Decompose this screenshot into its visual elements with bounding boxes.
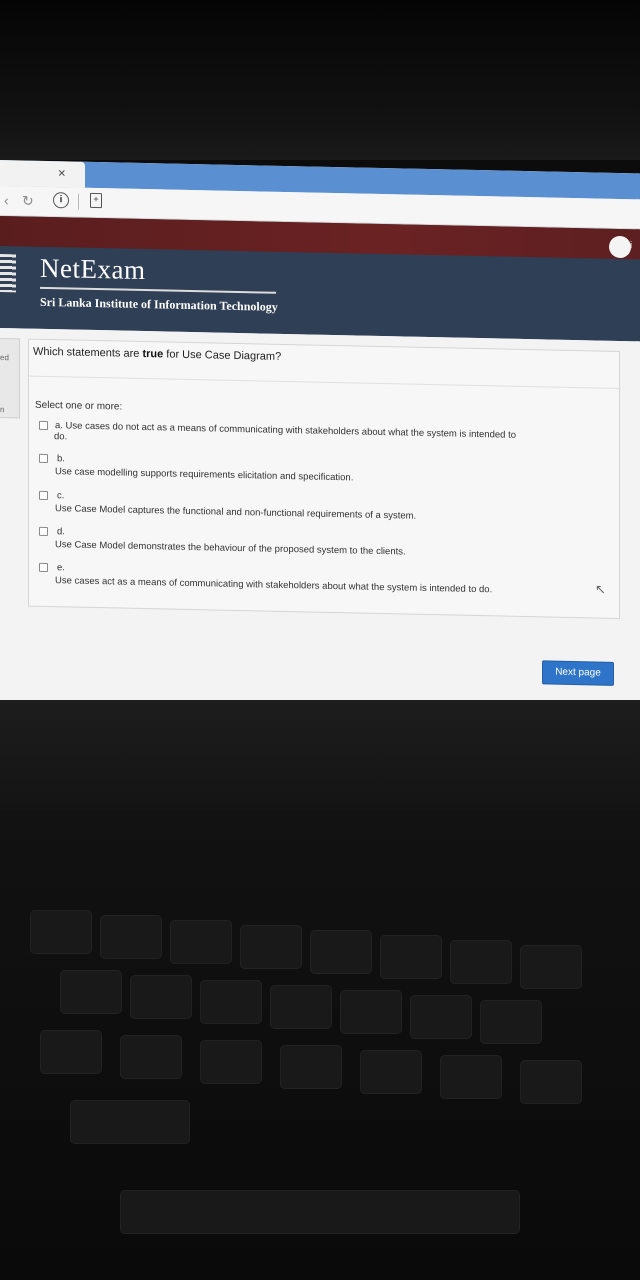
site-info-icon[interactable]: i — [53, 192, 69, 209]
question-info-panel: ed n — [0, 338, 20, 419]
answer-prompt: Select one or more: — [35, 399, 123, 413]
option-a[interactable]: a. Use cases do not act as a means of co… — [39, 420, 609, 442]
quiz-content: ed n Which statements are true for Use C… — [0, 328, 640, 734]
keyboard-key — [450, 940, 512, 984]
address-divider — [78, 193, 79, 210]
brand-underline — [40, 286, 276, 294]
keyboard-key — [410, 995, 472, 1039]
keyboard-key — [40, 1030, 102, 1074]
option-e-checkbox[interactable] — [39, 562, 48, 573]
info-panel-text: ed — [0, 353, 9, 363]
option-a-text: a. Use cases do not act as a means of co… — [55, 420, 516, 441]
next-page-button[interactable]: Next page — [542, 660, 614, 686]
question-text: Which statements are true for Use Case D… — [33, 346, 281, 363]
question-emphasis: true — [142, 347, 164, 361]
institute-logo — [0, 254, 16, 293]
brand-title: NetExam — [40, 252, 146, 286]
keyboard-key — [30, 910, 92, 954]
option-e-text: Use cases act as a means of communicatin… — [55, 575, 493, 596]
option-d-checkbox[interactable] — [39, 526, 48, 537]
keyboard-key — [340, 990, 402, 1034]
option-b-letter: b. — [57, 453, 65, 465]
user-menu-label[interactable]: i — [630, 240, 632, 251]
close-tab-icon[interactable]: × — [58, 165, 66, 180]
option-c[interactable]: c. Use Case Model captures the functiona… — [39, 490, 609, 522]
background-top — [0, 0, 640, 160]
keyboard-key — [130, 975, 192, 1019]
option-a-text-cont: do. — [54, 431, 68, 443]
info-panel-text: n — [0, 405, 5, 415]
keyboard-key — [170, 920, 232, 964]
keyboard-key — [200, 1040, 262, 1084]
question-card: Which statements are true for Use Case D… — [28, 338, 621, 619]
option-d-letter: d. — [57, 526, 65, 538]
option-b-checkbox[interactable] — [39, 453, 48, 464]
keyboard-key — [60, 970, 122, 1014]
laptop-keyboard — [0, 810, 640, 1280]
option-c-text: Use Case Model captures the functional a… — [55, 503, 417, 522]
keyboard-key — [120, 1035, 182, 1079]
keyboard-key — [360, 1050, 422, 1094]
back-icon[interactable]: ‹ — [4, 192, 9, 208]
browser-tab[interactable]: × — [0, 160, 85, 188]
option-b[interactable]: b. Use case modelling supports requireme… — [39, 453, 609, 483]
keyboard-key — [240, 925, 302, 969]
keyboard-key — [280, 1045, 342, 1089]
reload-icon[interactable]: ↻ — [22, 192, 34, 209]
keyboard-key — [480, 1000, 542, 1044]
user-avatar[interactable] — [609, 235, 631, 259]
spacebar-key — [120, 1190, 520, 1234]
keyboard-key — [440, 1055, 502, 1099]
site-header: i NetExam Sri Lanka Institute of Informa… — [0, 216, 640, 342]
keyboard-key — [520, 945, 582, 989]
keyboard-key — [200, 980, 262, 1024]
mouse-cursor-icon: ↖ — [595, 581, 606, 597]
laptop-bezel — [0, 700, 640, 810]
keyboard-key — [520, 1060, 582, 1104]
option-a-checkbox[interactable] — [39, 420, 48, 431]
question-text-part: for Use Case Diagram? — [163, 348, 282, 363]
option-e[interactable]: e. Use cases act as a means of communica… — [39, 562, 609, 595]
option-d-text: Use Case Model demonstrates the behaviou… — [55, 539, 406, 558]
keyboard-key — [70, 1100, 190, 1144]
keyboard-key — [310, 930, 372, 974]
card-divider — [29, 375, 621, 390]
option-b-text: Use case modelling supports requirements… — [55, 466, 354, 484]
page-icon[interactable]: + — [90, 192, 102, 209]
keyboard-key — [380, 935, 442, 979]
option-c-checkbox[interactable] — [39, 490, 48, 501]
laptop-screen: × ‹ ↻ i + i NetExam Sri Lanka Institute … — [0, 160, 640, 734]
option-c-letter: c. — [57, 490, 65, 502]
option-e-letter: e. — [57, 562, 65, 574]
keyboard-key — [100, 915, 162, 959]
question-text-part: Which statements are — [33, 345, 143, 360]
brand-subtitle: Sri Lanka Institute of Information Techn… — [40, 294, 278, 314]
option-d[interactable]: d. Use Case Model demonstrates the behav… — [39, 526, 609, 557]
keyboard-key — [270, 985, 332, 1029]
